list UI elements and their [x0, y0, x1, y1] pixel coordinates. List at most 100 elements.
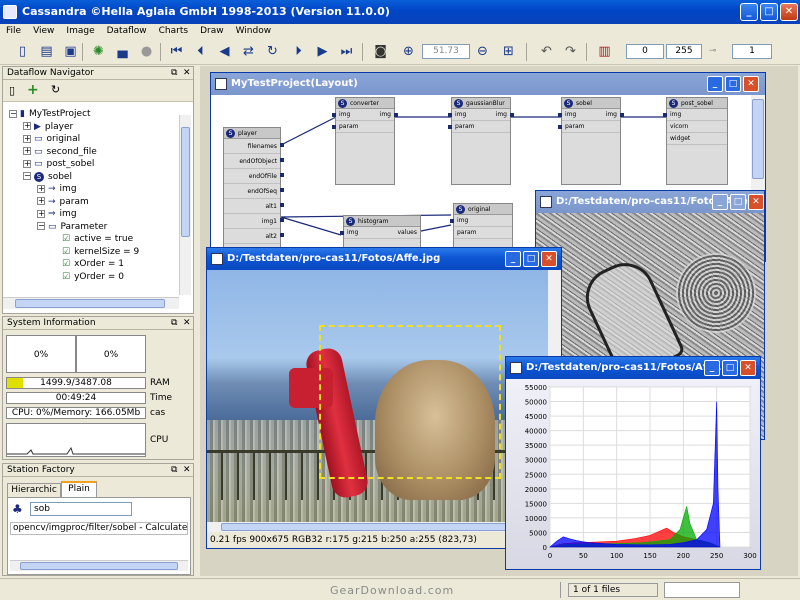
- node-port[interactable]: endOfSeq: [224, 184, 284, 199]
- tree-expander-icon[interactable]: +: [23, 147, 31, 155]
- skip-first-icon[interactable]: ⏮: [168, 43, 185, 60]
- maximize-button[interactable]: □: [760, 3, 778, 21]
- tree-expander-icon[interactable]: +: [23, 122, 31, 130]
- close-panel-icon[interactable]: ✕: [183, 318, 191, 328]
- tree-vertical-scrollbar[interactable]: [179, 115, 191, 295]
- window-maximize-button[interactable]: □: [523, 251, 539, 267]
- window-close-button[interactable]: ✕: [541, 251, 557, 267]
- tree-expander-icon[interactable]: −: [9, 109, 17, 118]
- float-panel-icon[interactable]: ⧉: [171, 318, 177, 328]
- float-panel-icon[interactable]: ⧉: [171, 465, 177, 475]
- node-player[interactable]: player filenames endOfObject endOfFile endO…: [223, 127, 284, 259]
- close-panel-icon[interactable]: ✕: [183, 465, 191, 475]
- tree-item[interactable]: − Ssobel: [9, 171, 193, 184]
- tree-item[interactable]: + ▭ original: [9, 133, 193, 146]
- tree-item[interactable]: + ▭ second_file: [9, 146, 193, 159]
- tree-item[interactable]: + ▭ post_sobel: [9, 158, 193, 171]
- station-search-input[interactable]: sob: [30, 502, 132, 516]
- tree-expander-icon[interactable]: +: [37, 184, 45, 193]
- menu-charts[interactable]: Charts: [153, 24, 194, 38]
- slider-icon[interactable]: ⊸: [704, 43, 721, 60]
- frame-input[interactable]: 1: [732, 44, 772, 59]
- menu-dataflow[interactable]: Dataflow: [101, 24, 153, 38]
- record-icon[interactable]: ●: [138, 43, 155, 60]
- node-port[interactable]: img1: [224, 214, 284, 229]
- window-minimize-button[interactable]: _: [505, 251, 521, 267]
- tree-item[interactable]: − ▮ MyTestProject: [9, 108, 193, 121]
- tree-expander-icon[interactable]: +: [37, 197, 45, 205]
- tree-item[interactable]: + ⇒ img: [9, 208, 193, 221]
- node-port[interactable]: widget: [667, 133, 727, 145]
- scroll-thumb[interactable]: [752, 99, 764, 179]
- zoom-in-icon[interactable]: ⊕: [400, 43, 417, 60]
- node-port[interactable]: img values: [340, 227, 420, 239]
- tree-item[interactable]: ☑ yOrder = 0: [9, 271, 193, 284]
- add-icon[interactable]: +: [27, 82, 39, 98]
- tree-item[interactable]: ☑ xOrder = 1: [9, 258, 193, 271]
- tab-plain[interactable]: Plain: [61, 481, 97, 497]
- node-port[interactable]: alt2: [224, 229, 284, 244]
- camera-icon[interactable]: ◙: [372, 43, 389, 60]
- tree-item[interactable]: ☑ active = true: [9, 233, 193, 246]
- range-min-input[interactable]: 0: [626, 44, 664, 59]
- node-sobel[interactable]: sobel img img param: [558, 97, 624, 185]
- node-port[interactable]: filenames: [224, 139, 284, 154]
- step-back-icon[interactable]: ⏴: [192, 43, 209, 60]
- menu-view[interactable]: View: [27, 24, 60, 38]
- scroll-thumb[interactable]: [181, 127, 190, 237]
- fit-window-icon[interactable]: ⊞: [500, 43, 517, 60]
- window-maximize-button[interactable]: □: [725, 76, 741, 92]
- range-max-input[interactable]: 255: [666, 44, 702, 59]
- window-minimize-button[interactable]: _: [704, 360, 720, 376]
- chart-icon[interactable]: ▥: [596, 43, 613, 60]
- redo-icon[interactable]: ↷: [562, 43, 579, 60]
- node-port[interactable]: img: [450, 215, 512, 227]
- window-close-button[interactable]: ✕: [740, 360, 756, 376]
- results-horizontal-scrollbar[interactable]: [10, 560, 188, 571]
- node-port[interactable]: img: [663, 109, 727, 121]
- photo-canvas[interactable]: [207, 270, 548, 522]
- tree-horizontal-scrollbar[interactable]: [3, 297, 179, 309]
- node-port[interactable]: param: [558, 121, 620, 133]
- station-wizard-icon[interactable]: ✺: [90, 43, 107, 60]
- save-icon[interactable]: ▣: [62, 43, 79, 60]
- scroll-thumb[interactable]: [15, 299, 165, 308]
- node-port[interactable]: img img: [448, 109, 514, 121]
- node-post-sobel[interactable]: post_sobel img vicorn widget: [663, 97, 728, 185]
- menu-window[interactable]: Window: [230, 24, 278, 38]
- selection-rectangle[interactable]: [319, 325, 501, 479]
- tab-hierarchic[interactable]: Hierarchic: [7, 483, 61, 497]
- tree-item[interactable]: ☑ kernelSize = 9: [9, 246, 193, 259]
- node-port[interactable]: endOfObject: [224, 154, 284, 169]
- tree-item[interactable]: − ▭ Parameter: [9, 221, 193, 234]
- close-panel-icon[interactable]: ✕: [183, 68, 191, 78]
- window-minimize-button[interactable]: _: [707, 76, 723, 92]
- minimize-button[interactable]: _: [740, 3, 758, 21]
- tree-item[interactable]: + → img: [9, 183, 193, 196]
- close-button[interactable]: ✕: [780, 3, 798, 21]
- node-port[interactable]: endOfFile: [224, 169, 284, 184]
- tree-expander-icon[interactable]: +: [37, 209, 45, 218]
- node-converter[interactable]: converter img img param: [332, 97, 398, 185]
- skip-last-icon[interactable]: ⏭: [338, 43, 355, 60]
- window-maximize-button[interactable]: □: [730, 194, 746, 210]
- menu-draw[interactable]: Draw: [194, 24, 230, 38]
- undo-icon[interactable]: ↶: [538, 43, 555, 60]
- play-icon[interactable]: ▶: [314, 43, 331, 60]
- refresh-icon[interactable]: ↻: [51, 83, 60, 96]
- tree-item[interactable]: + → param: [9, 196, 193, 209]
- window-minimize-button[interactable]: _: [712, 194, 728, 210]
- float-panel-icon[interactable]: ⧉: [171, 68, 177, 78]
- zoom-out-icon[interactable]: ⊖: [474, 43, 491, 60]
- window-close-button[interactable]: ✕: [748, 194, 764, 210]
- tree-expander-icon[interactable]: +: [23, 159, 31, 168]
- open-folder-icon[interactable]: ▤: [38, 43, 55, 60]
- scroll-thumb[interactable]: [221, 523, 531, 531]
- node-port[interactable]: param: [454, 227, 512, 239]
- image-horizontal-scrollbar[interactable]: [207, 522, 548, 532]
- station-result-item[interactable]: opencv/imgproc/filter/sobel - Calculates…: [10, 522, 188, 535]
- tree-expander-icon[interactable]: −: [23, 172, 31, 180]
- window-maximize-button[interactable]: □: [722, 360, 738, 376]
- camera-device-icon[interactable]: ▄: [114, 43, 131, 60]
- play-backward-icon[interactable]: ◀: [216, 43, 233, 60]
